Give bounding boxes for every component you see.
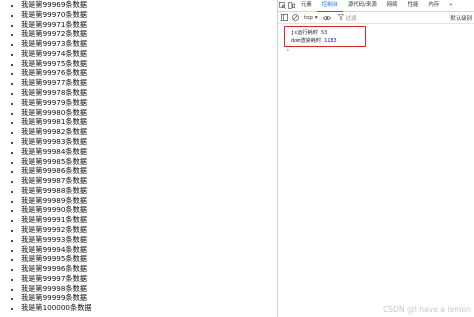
log-value: 1183: [324, 38, 337, 44]
filter-placeholder: 过滤: [345, 15, 357, 22]
log-label: dom渲染耗时: [291, 38, 322, 44]
more-tabs-icon[interactable]: »: [444, 0, 457, 11]
list-item: 我是第99998条数据: [21, 284, 277, 294]
console-log-line: js运行耗时 53: [291, 29, 327, 36]
list-item: 我是第99992条数据: [21, 225, 277, 235]
console-prompt[interactable]: ›: [286, 47, 290, 54]
tab-console[interactable]: 控制台: [316, 0, 343, 12]
log-levels-dropdown[interactable]: 默认级别: [450, 14, 474, 22]
list-item: 我是第99973条数据: [21, 39, 277, 49]
data-list: 我是第99969条数据我是第99970条数据我是第99971条数据我是第9997…: [0, 0, 277, 313]
list-item: 我是第99981条数据: [21, 117, 277, 127]
console-log-line: dom渲染耗时 1183: [291, 37, 337, 44]
list-item: 我是第99988条数据: [21, 186, 277, 196]
context-label: top: [304, 14, 313, 21]
list-item: 我是第99969条数据: [21, 0, 277, 10]
list-item: 我是第99976条数据: [21, 68, 277, 78]
sidebar-toggle-icon[interactable]: [280, 14, 288, 22]
list-item: 我是第99999条数据: [21, 293, 277, 303]
list-item: 我是第99972条数据: [21, 29, 277, 39]
devtools-panel: 元素 控制台 源代码/来源 网络 性能 内存 » top ▾ 过滤 默认级别 j…: [277, 0, 474, 317]
list-item: 我是第99978条数据: [21, 88, 277, 98]
list-item: 我是第99987条数据: [21, 176, 277, 186]
tab-elements[interactable]: 元素: [296, 0, 317, 11]
list-item: 我是第100000条数据: [21, 303, 277, 313]
page-content: 我是第99969条数据我是第99970条数据我是第99971条数据我是第9997…: [0, 0, 277, 317]
devtools-tabbar: 元素 控制台 源代码/来源 网络 性能 内存 »: [278, 0, 474, 12]
device-toolbar-icon[interactable]: [287, 1, 296, 10]
list-item: 我是第99997条数据: [21, 274, 277, 284]
clear-console-icon[interactable]: [291, 14, 299, 22]
tab-performance[interactable]: 性能: [403, 0, 424, 11]
log-value: 53: [321, 30, 328, 36]
list-item: 我是第99995条数据: [21, 254, 277, 264]
eye-icon[interactable]: [322, 14, 331, 22]
list-item: 我是第99983条数据: [21, 137, 277, 147]
list-item: 我是第99975条数据: [21, 59, 277, 69]
list-item: 我是第99996条数据: [21, 264, 277, 274]
list-item: 我是第99991条数据: [21, 215, 277, 225]
list-item: 我是第99982条数据: [21, 127, 277, 137]
chevron-down-icon: ▾: [314, 14, 318, 21]
list-item: 我是第99989条数据: [21, 196, 277, 206]
list-item: 我是第99990条数据: [21, 205, 277, 215]
list-item: 我是第99984条数据: [21, 147, 277, 157]
list-item: 我是第99994条数据: [21, 245, 277, 255]
list-item: 我是第99985条数据: [21, 157, 277, 167]
list-item: 我是第99970条数据: [21, 10, 277, 20]
list-item: 我是第99979条数据: [21, 98, 277, 108]
list-item: 我是第99986条数据: [21, 166, 277, 176]
list-item: 我是第99971条数据: [21, 20, 277, 30]
tab-memory[interactable]: 内存: [423, 0, 444, 11]
tab-network[interactable]: 网络: [382, 0, 403, 11]
list-item: 我是第99974条数据: [21, 49, 277, 59]
list-item: 我是第99980条数据: [21, 108, 277, 118]
list-item: 我是第99977条数据: [21, 78, 277, 88]
watermark: CSDN @I have a lemon: [382, 305, 471, 314]
console-toolbar: top ▾ 过滤 默认级别: [278, 12, 474, 24]
tab-sources[interactable]: 源代码/来源: [343, 0, 382, 11]
context-selector[interactable]: top ▾: [302, 15, 320, 21]
list-item: 我是第99993条数据: [21, 235, 277, 245]
filter-input[interactable]: 过滤: [337, 13, 357, 22]
inspect-element-icon[interactable]: [278, 1, 287, 10]
log-label: js运行耗时: [291, 30, 318, 36]
filter-icon: [337, 13, 344, 22]
